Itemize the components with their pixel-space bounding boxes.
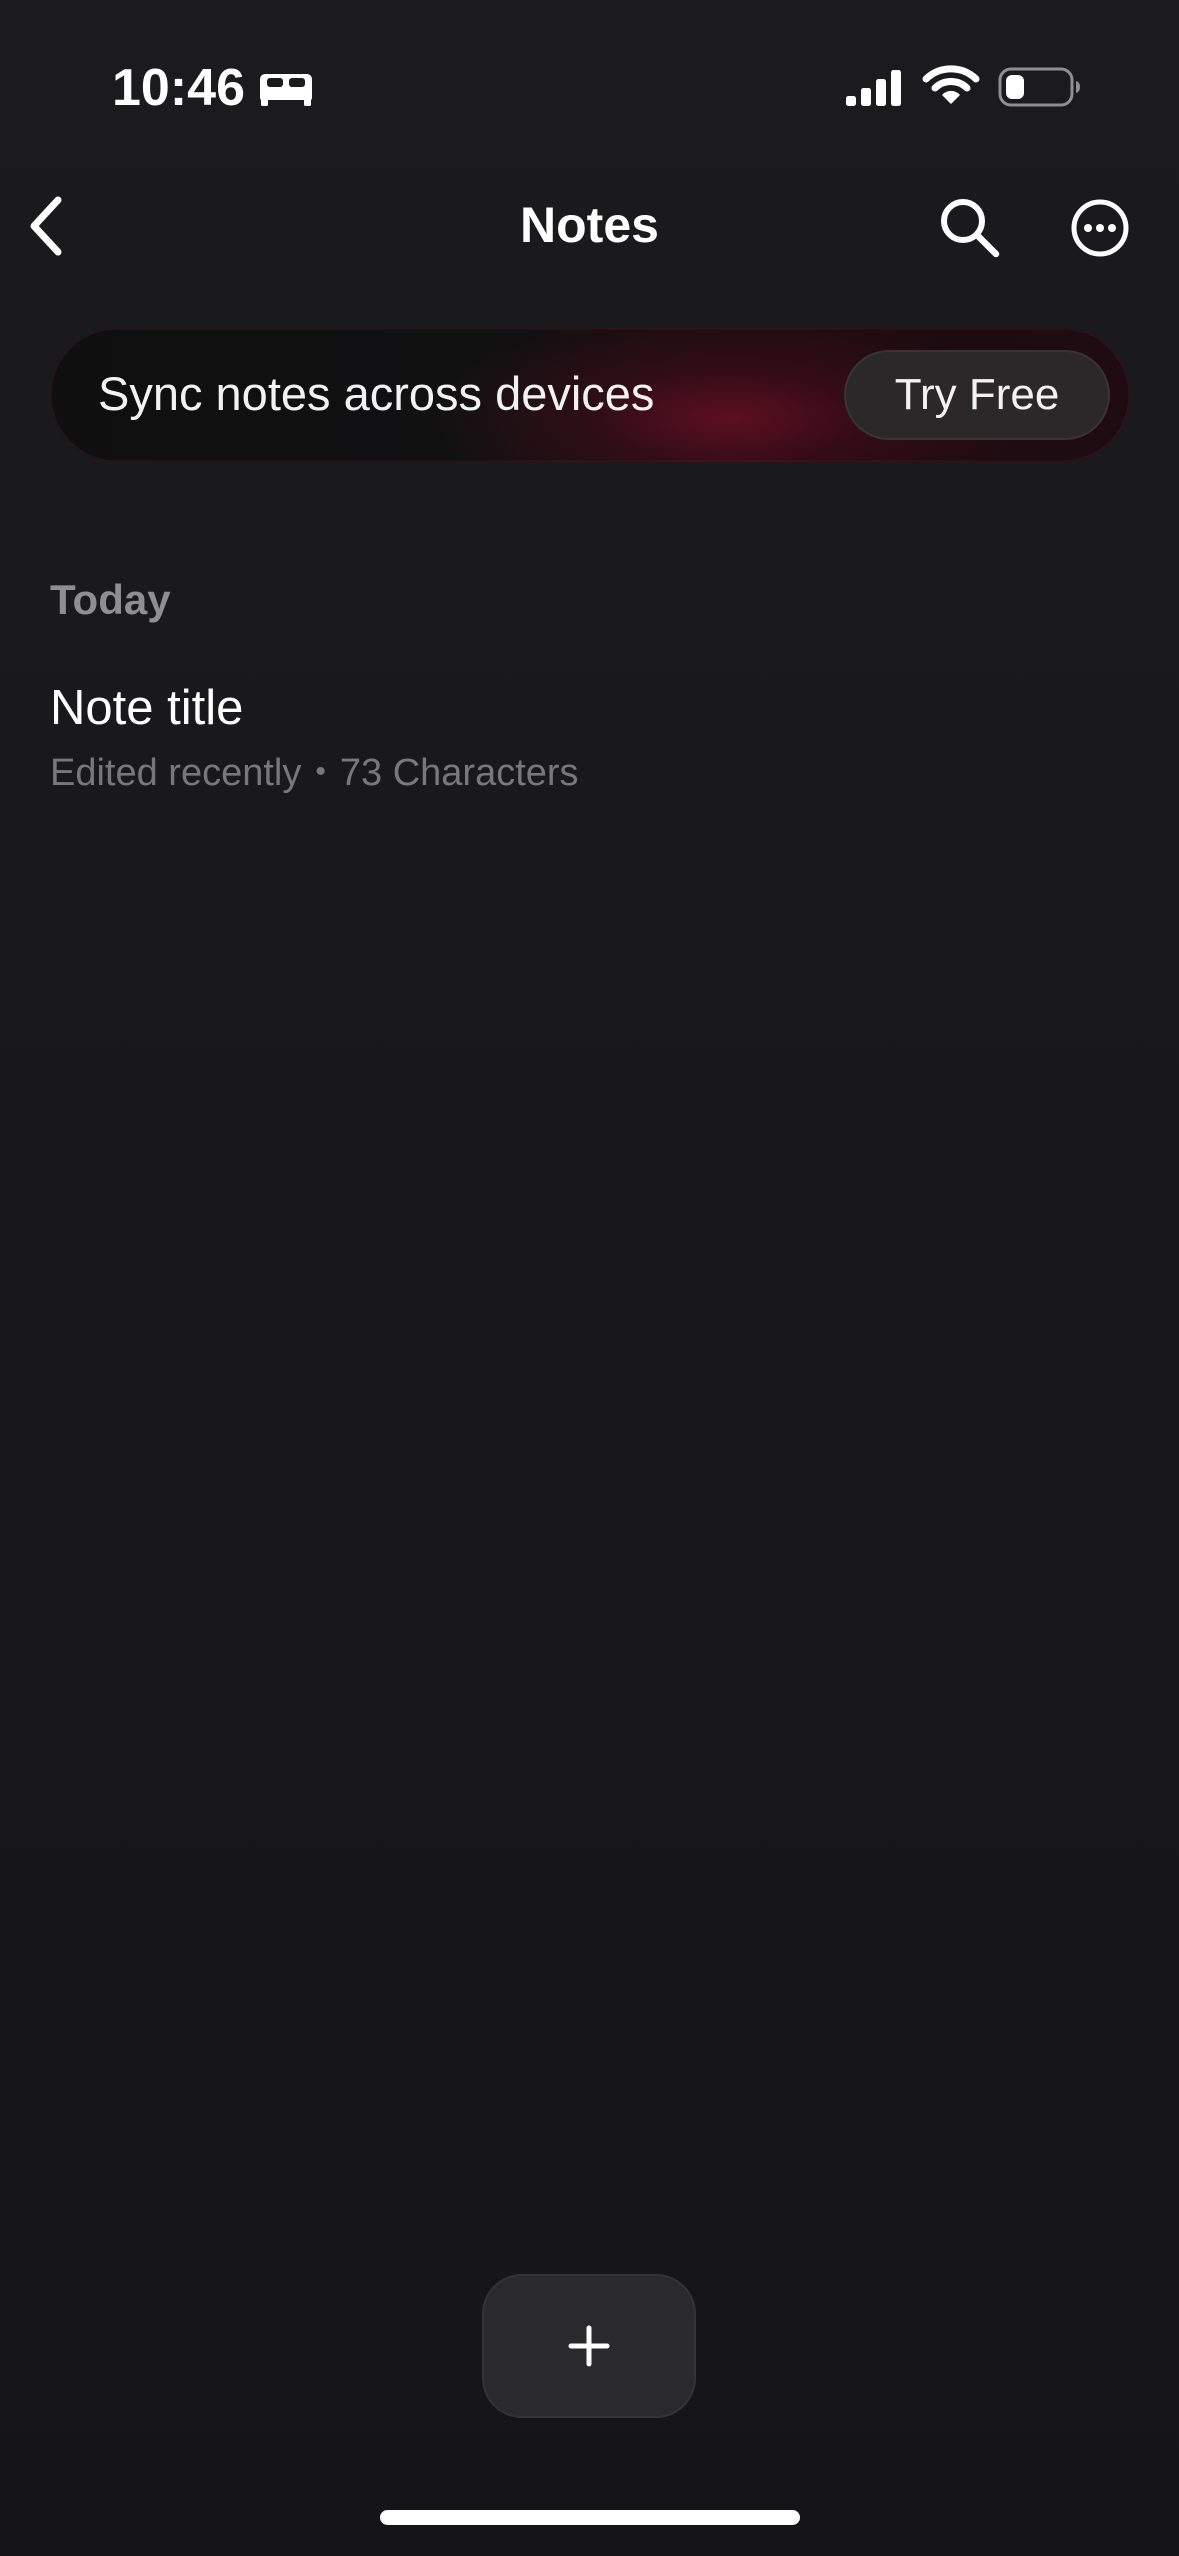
chevron-left-icon	[30, 196, 62, 256]
more-options-button[interactable]	[1070, 198, 1130, 258]
notes-screen: 10:46 Notes Sync notes across devices Tr…	[0, 0, 1179, 2556]
section-header-today: Today	[50, 576, 171, 623]
add-note-button[interactable]	[482, 2274, 696, 2418]
search-icon	[941, 199, 1000, 258]
note-edited-text: Edited recently	[50, 752, 302, 794]
status-time: 10:46	[112, 59, 245, 117]
sync-banner-text: Sync notes across devices	[98, 367, 655, 420]
wifi-icon	[922, 65, 980, 104]
ellipsis-circle-icon	[1071, 199, 1129, 257]
search-button[interactable]	[936, 194, 1002, 260]
note-title: Note title	[50, 681, 244, 735]
sync-banner: Sync notes across devices Try Free	[50, 328, 1130, 462]
bed-icon	[260, 74, 312, 106]
note-character-count: 73 Characters	[339, 752, 579, 794]
plus-icon	[568, 2325, 610, 2367]
note-meta: Edited recently • 73 Characters	[50, 752, 579, 795]
cellular-signal-icon	[846, 70, 901, 106]
try-free-button[interactable]: Try Free	[844, 350, 1110, 440]
battery-icon	[998, 67, 1080, 107]
note-list-item[interactable]: Note title Edited recently • 73 Characters	[50, 672, 1130, 802]
page-title: Notes	[520, 197, 659, 253]
status-bar: 10:46	[0, 0, 1179, 150]
note-meta-separator: •	[315, 755, 326, 788]
back-button[interactable]	[20, 192, 72, 260]
home-indicator[interactable]	[380, 2510, 800, 2525]
